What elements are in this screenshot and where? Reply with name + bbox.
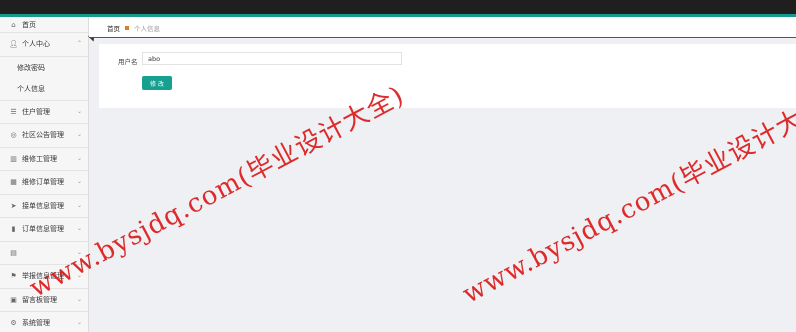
sidebar-item-system[interactable]: ⚙ 系统管理 ⌄ <box>0 312 88 332</box>
breadcrumb-current: 个人信息 <box>134 25 160 33</box>
chevron-down-icon: ⌄ <box>76 295 82 303</box>
sidebar-item-personal-center[interactable]: 👤︎ 个人中心 ⌃ <box>0 33 88 57</box>
sidebar-item-label: 首页 <box>22 20 36 29</box>
chevron-up-icon: ⌃ <box>76 40 82 47</box>
bar-chart-icon: ▮ <box>11 225 16 234</box>
username-label: 用户名 <box>118 58 138 66</box>
sidebar-item-label: 住户管理 <box>22 107 50 116</box>
sidebar-subitem-change-password[interactable]: 修改密码 <box>0 57 88 79</box>
bell-icon: ◎ <box>10 131 17 140</box>
chevron-down-icon: ⌄ <box>76 131 82 138</box>
breadcrumb: 首页 个人信息 <box>89 17 796 38</box>
sidebar-item-label: 订单信息管理 <box>22 225 64 234</box>
sidebar-item-label: 个人中心 <box>22 40 50 49</box>
sidebar-item-label: 接单信息管理 <box>22 201 64 210</box>
send-icon: ➤ <box>10 201 17 210</box>
sidebar-item-home[interactable]: ⌂ 首页 <box>0 17 88 33</box>
sidebar-item-repair-orders[interactable]: ▦ 维修订单管理 ⌄ <box>0 171 88 195</box>
message-icon: ▣ <box>10 295 17 304</box>
sidebar-item-label: 社区公告管理 <box>22 131 64 140</box>
username-input[interactable] <box>142 52 402 65</box>
top-bar <box>0 0 796 17</box>
sidebar-item-label: 系统管理 <box>22 319 50 328</box>
flag-icon: ⚑ <box>10 272 17 281</box>
chart-icon: ▥ <box>10 154 17 163</box>
home-icon: ⌂ <box>11 20 16 29</box>
sidebar-subitem-personal-info[interactable]: 个人信息 <box>0 79 88 101</box>
sidebar-item-announcements[interactable]: ◎ 社区公告管理 ⌄ <box>0 124 88 148</box>
sidebar-item-repair-workers[interactable]: ▥ 维修工管理 ⌄ <box>0 148 88 171</box>
profile-form: 用户名 修 改 <box>99 44 796 108</box>
chevron-down-icon: ⌄ <box>76 178 82 185</box>
calendar-icon: ▦ <box>10 178 17 187</box>
chevron-down-icon: ⌄ <box>76 154 82 162</box>
chevron-down-icon: ⌄ <box>76 107 82 115</box>
sidebar-item-order-info[interactable]: ▮ 订单信息管理 ⌄ <box>0 218 88 242</box>
sidebar-item-accept-orders[interactable]: ➤ 接单信息管理 ⌄ <box>0 195 88 218</box>
update-button[interactable]: 修 改 <box>142 76 172 90</box>
grid-icon: ▤ <box>10 248 17 257</box>
sidebar-item-residents[interactable]: ☰ 住户管理 ⌄ <box>0 101 88 124</box>
user-icon: 👤︎ <box>9 40 18 49</box>
settings-icon: ⚙ <box>10 319 17 328</box>
chevron-down-icon: ⌄ <box>76 201 82 209</box>
breadcrumb-home-link[interactable]: 首页 <box>107 25 120 33</box>
chevron-down-icon: ⌄ <box>76 319 82 326</box>
app-title <box>0 0 796 14</box>
sidebar-item-label: 维修工管理 <box>22 154 57 163</box>
chevron-down-icon: ⌄ <box>76 225 82 232</box>
sidebar-item-label: 维修订单管理 <box>22 178 64 187</box>
list-icon: ☰ <box>10 107 17 116</box>
breadcrumb-separator-icon <box>125 26 129 30</box>
watermark-text: www.bysjdq.com(毕业设计大 <box>457 104 796 310</box>
